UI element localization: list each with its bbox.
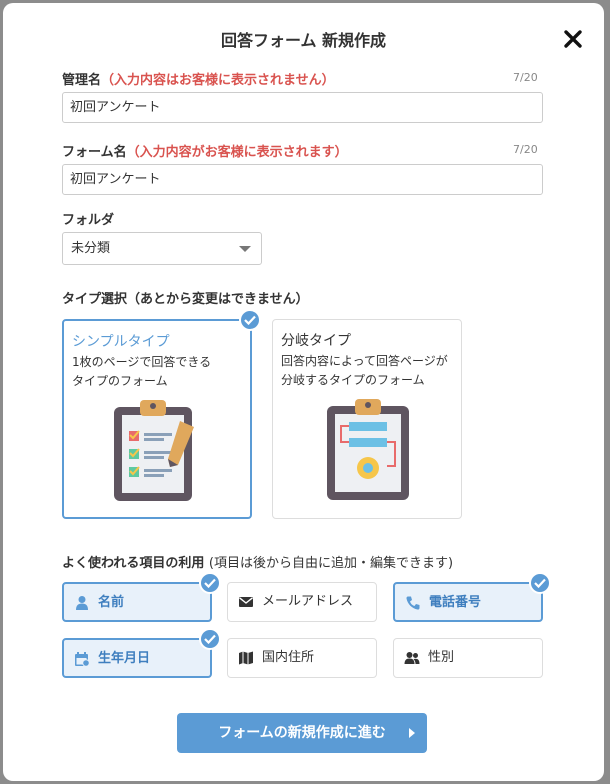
admin-name-counter: 7/20 [513,71,538,84]
type-card-desc-line: 回答内容によって回答ページが [281,354,448,368]
envelope-icon [239,597,253,607]
common-items-label-text: よく使われる項目の利用 [62,556,205,571]
item-chip-label: 性別 [428,650,455,665]
form-name-input[interactable]: 初回アンケート [62,164,543,195]
item-chip-phone[interactable]: 電話番号 [393,582,543,622]
type-card-description: 1枚のページで回答できる タイプのフォーム [72,353,250,391]
admin-name-note: （入力内容はお客様に表示されません） [101,73,335,88]
item-chip-gender[interactable]: 性別 [393,638,543,678]
dialog-title: 回答フォーム 新規作成 [220,31,387,50]
close-icon[interactable] [559,25,587,53]
item-chip-email[interactable]: メールアドレス [227,582,377,622]
type-card-description: 回答内容によって回答ページが 分岐するタイプのフォーム [281,352,459,390]
type-select-label: タイプ選択（あとから変更はできません） [62,292,309,307]
clipboard-checklist-icon [114,400,194,501]
folder-selected-value: 未分類 [71,241,111,256]
folder-label: フォルダ [62,213,115,228]
item-chip-name[interactable]: 名前 [62,582,212,622]
clipboard-flow-icon [327,399,409,500]
users-icon [404,652,420,664]
calendar-icon [75,652,90,667]
create-form-dialog: 回答フォーム 新規作成 管理名（入力内容はお客様に表示されません） 7/20 初… [3,3,604,781]
item-chip-label: 国内住所 [262,650,315,665]
create-form-button[interactable]: フォームの新規作成に進む [177,713,427,753]
form-name-label: フォーム名（入力内容がお客様に表示されます） [62,141,348,160]
check-icon [239,309,261,331]
admin-name-input[interactable]: 初回アンケート [62,92,543,123]
item-chip-label: メールアドレス [262,594,354,609]
type-card-title: シンプルタイプ [72,334,170,350]
item-chip-label: 名前 [98,595,125,610]
form-name-counter: 7/20 [513,143,538,156]
person-icon [76,596,88,610]
check-icon [199,628,221,650]
admin-name-label-text: 管理名 [62,73,102,88]
create-form-button-label: フォームの新規作成に進む [218,725,386,741]
type-card-branch[interactable]: 分岐タイプ 回答内容によって回答ページが 分岐するタイプのフォーム [272,319,462,519]
common-items-label: よく使われる項目の利用 (項目は後から自由に追加・編集できます) [62,552,453,571]
phone-icon [406,596,420,610]
map-icon [239,651,253,665]
form-name-label-text: フォーム名 [62,145,127,160]
chevron-right-icon [409,728,415,738]
type-card-desc-line: 分岐するタイプのフォーム [281,373,425,387]
type-card-desc-line: 1枚のページで回答できる [72,355,212,369]
type-card-desc-line: タイプのフォーム [72,374,168,388]
check-icon [199,572,221,594]
check-icon [529,572,551,594]
type-card-simple[interactable]: シンプルタイプ 1枚のページで回答できる タイプのフォーム [62,319,252,519]
caret-down-icon [239,246,251,252]
folder-select[interactable]: 未分類 [62,232,262,265]
form-name-note: （入力内容がお客様に表示されます） [126,145,348,160]
admin-name-label: 管理名（入力内容はお客様に表示されません） [62,69,335,88]
type-card-title: 分岐タイプ [281,333,351,349]
item-chip-label: 生年月日 [98,651,151,666]
item-chip-birthday[interactable]: 生年月日 [62,638,212,678]
common-items-note: (項目は後から自由に追加・編集できます) [208,556,454,571]
item-chip-address[interactable]: 国内住所 [227,638,377,678]
item-chip-label: 電話番号 [429,595,482,610]
